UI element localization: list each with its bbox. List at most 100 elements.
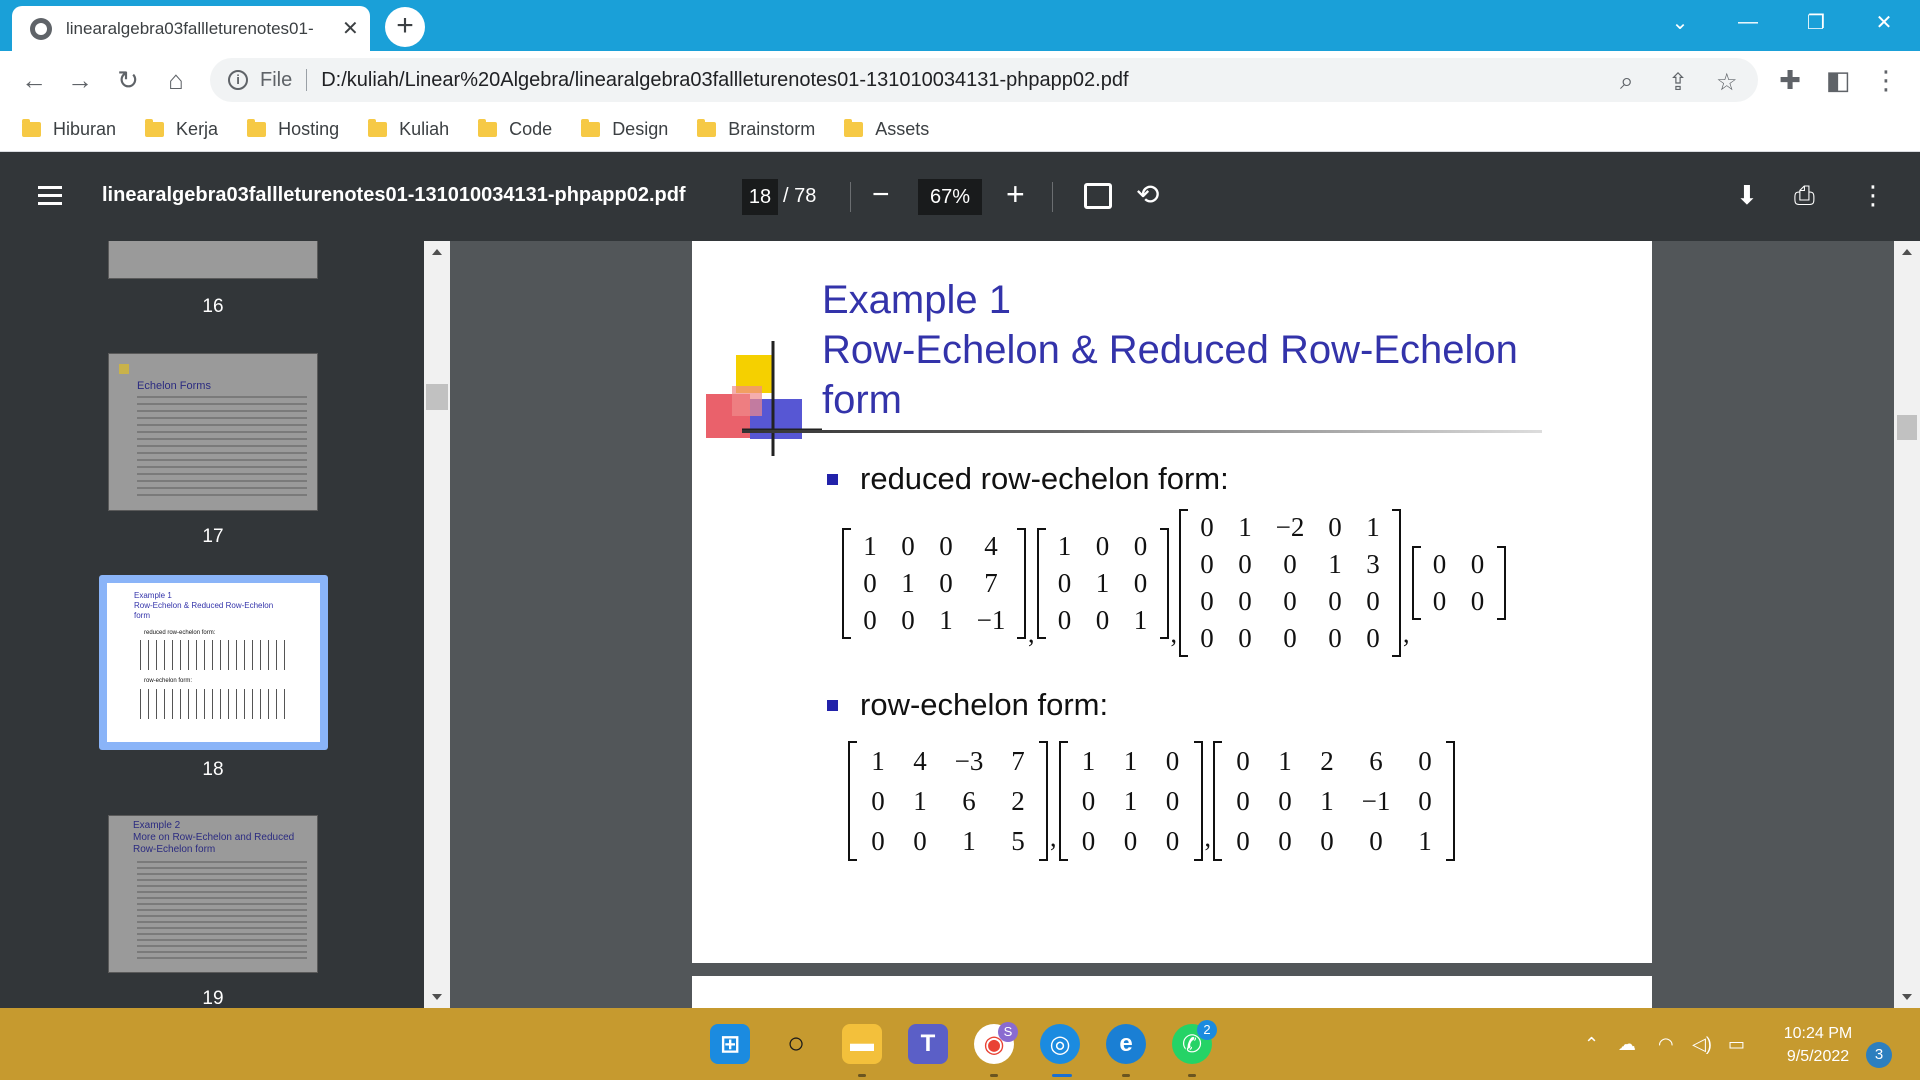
zoom-in-button[interactable]: + <box>1006 178 1025 210</box>
matrix-separator: , <box>1028 619 1035 648</box>
side-panel-icon[interactable]: ◧ <box>1818 60 1858 100</box>
system-clock[interactable]: 10:24 PM 9/5/2022 <box>1768 1022 1868 1068</box>
url-text[interactable]: D:/kuliah/Linear%20Algebra/linearalgebra… <box>321 69 1128 92</box>
sidebar-scrollbar[interactable] <box>424 241 450 1008</box>
scroll-down-icon[interactable] <box>1902 994 1912 1000</box>
wifi-icon[interactable]: ◠ <box>1658 1034 1674 1055</box>
matrix-bracket <box>1392 509 1401 657</box>
scrollbar-thumb[interactable] <box>1897 415 1917 440</box>
matrix-entry: 0 <box>1328 623 1342 653</box>
matrix-bracket <box>1039 741 1048 861</box>
matrix-entry: −3 <box>954 745 984 776</box>
tab-close-icon[interactable]: ✕ <box>342 16 359 41</box>
matrix-entry: 1 <box>1081 745 1096 776</box>
bookmark-folder[interactable]: Hosting <box>247 119 339 140</box>
thumb-matrices <box>140 689 285 719</box>
bookmark-star-icon[interactable]: ☆ <box>1716 68 1738 97</box>
zoom-icon[interactable]: ⌕ <box>1620 68 1633 96</box>
download-icon[interactable]: ⬇ <box>1736 182 1758 208</box>
matrix-bracket <box>1411 546 1421 620</box>
bookmark-folder[interactable]: Assets <box>844 119 929 140</box>
print-icon[interactable]: ⎙ <box>1794 182 1815 208</box>
zoom-out-button[interactable]: − <box>872 180 890 210</box>
bookmark-folder[interactable]: Code <box>478 119 552 140</box>
restore-button[interactable]: ❐ <box>1788 0 1844 44</box>
address-bar[interactable]: i File D:/kuliah/Linear%20Algebra/linear… <box>210 58 1758 102</box>
windows-start-icon[interactable]: ⊞ <box>710 1024 750 1064</box>
onedrive-icon[interactable]: ☁ <box>1618 1034 1636 1055</box>
thumb-bullet: row-echelon form: <box>144 678 193 684</box>
file-explorer-icon[interactable]: ▬ <box>842 1024 882 1064</box>
page-thumbnail[interactable]: Example 2 More on Row-Echelon and Reduce… <box>108 815 318 973</box>
matrix-entry: 0 <box>1418 785 1432 816</box>
matrix-entry: −1 <box>976 604 1006 635</box>
scroll-up-icon[interactable] <box>432 249 442 255</box>
share-icon[interactable]: ⇪ <box>1668 68 1688 97</box>
thumb-title: Example 2 More on Row-Echelon and Reduce… <box>133 820 295 855</box>
reload-icon[interactable]: ↻ <box>108 60 148 100</box>
globe-icon <box>30 17 52 40</box>
matrix-entry: 1 <box>962 825 976 856</box>
matrix-bracket <box>1446 741 1455 861</box>
matrix: 110010000 <box>1058 741 1203 861</box>
more-actions-icon[interactable]: ⋮ <box>1860 182 1886 208</box>
fit-page-icon[interactable] <box>1084 183 1112 209</box>
page-thumbnail[interactable]: Echelon Forms <box>108 353 318 511</box>
back-arrow-icon[interactable]: ← <box>14 60 54 100</box>
edge-icon[interactable]: e <box>1106 1024 1146 1064</box>
rotate-icon[interactable]: ⟲ <box>1136 181 1159 209</box>
forward-arrow-icon[interactable]: → <box>60 60 100 100</box>
bullet-row-echelon: row-echelon form: <box>827 687 1108 723</box>
matrix-entry: 2 <box>1011 785 1025 816</box>
notification-badge[interactable]: 3 <box>1866 1042 1892 1068</box>
browser-menu-icon[interactable]: ⋮ <box>1866 60 1906 100</box>
scroll-up-icon[interactable] <box>1902 249 1912 255</box>
page-number-input[interactable]: 18 <box>742 179 778 215</box>
minimize-button[interactable]: — <box>1720 0 1776 44</box>
extensions-icon[interactable]: ✚ <box>1770 60 1810 100</box>
matrix-entry: 1 <box>1057 530 1072 561</box>
menu-icon[interactable] <box>38 186 62 210</box>
bookmark-folder[interactable]: Kuliah <box>368 119 449 140</box>
home-icon[interactable]: ⌂ <box>156 60 196 100</box>
thumbnail-selected[interactable]: Example 1 Row-Echelon & Reduced Row-Eche… <box>99 575 328 750</box>
chrome-active-icon[interactable]: ◎ <box>1040 1024 1080 1064</box>
matrix-entry: 0 <box>1283 586 1297 616</box>
scroll-down-icon[interactable] <box>432 994 442 1000</box>
matrix-entry: 0 <box>1081 785 1096 816</box>
site-info-icon[interactable]: i <box>228 70 248 90</box>
zoom-level-input[interactable]: 67% <box>918 179 982 215</box>
teams-icon[interactable]: T <box>908 1024 948 1064</box>
bookmark-folder[interactable]: Hiburan <box>22 119 116 140</box>
matrix-entry: −2 <box>1275 512 1305 542</box>
bookmark-folder[interactable]: Brainstorm <box>697 119 815 140</box>
matrix-entry: 1 <box>939 604 953 635</box>
running-indicator <box>990 1074 998 1077</box>
battery-icon[interactable]: ▭ <box>1728 1034 1745 1055</box>
matrix-entry: 0 <box>1238 623 1252 653</box>
thumb-bullet: reduced row-echelon form: <box>144 630 216 636</box>
matrix-entry: 1 <box>1133 604 1148 635</box>
matrix-entry: 6 <box>1369 745 1383 776</box>
matrix-entry: 0 <box>1200 512 1214 542</box>
matrix-entry: 0 <box>1165 785 1180 816</box>
matrix-entry: 0 <box>1418 745 1432 776</box>
tab-search-icon[interactable]: ⌄ <box>1652 0 1708 44</box>
show-hidden-icons-icon[interactable]: ⌃ <box>1584 1034 1599 1055</box>
matrix-entry: 1 <box>1238 512 1252 542</box>
matrix-entry: 0 <box>1283 549 1297 579</box>
matrix: 0000 <box>1411 546 1506 620</box>
document-scrollbar[interactable] <box>1894 241 1920 1008</box>
browser-tab[interactable]: linearalgebra03fallleturenotes01- ✕ <box>12 6 370 51</box>
new-tab-button[interactable]: + <box>385 7 425 47</box>
bookmark-folder[interactable]: Kerja <box>145 119 218 140</box>
page-thumbnail[interactable] <box>108 241 318 279</box>
close-window-button[interactable]: ✕ <box>1856 0 1912 44</box>
volume-icon[interactable]: ◁) <box>1692 1034 1712 1055</box>
matrix-entry: 0 <box>1238 586 1252 616</box>
slide-decoration <box>706 341 822 456</box>
search-icon[interactable]: ○ <box>776 1024 816 1064</box>
scrollbar-thumb[interactable] <box>426 384 448 410</box>
bookmark-folder[interactable]: Design <box>581 119 668 140</box>
bullet-square-icon <box>827 473 838 485</box>
